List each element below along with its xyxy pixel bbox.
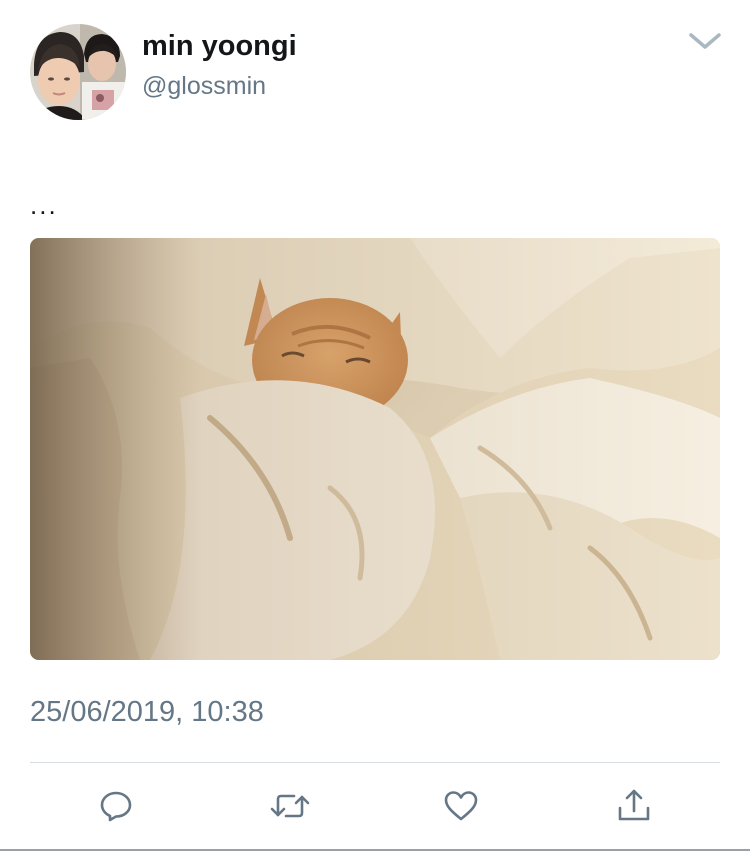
tweet-menu-button[interactable] [686, 26, 724, 54]
reply-icon [100, 791, 132, 822]
like-button[interactable] [437, 784, 485, 828]
display-name[interactable]: min yoongi [142, 28, 297, 64]
tweet-photo[interactable] [30, 238, 720, 660]
chevron-down-icon [689, 33, 721, 49]
tweet-text: ... [30, 190, 58, 220]
share-button[interactable] [610, 784, 658, 828]
share-icon [618, 789, 650, 821]
bottom-border [0, 849, 750, 851]
avatar-image [30, 24, 126, 120]
user-handle[interactable]: @glossmin [142, 70, 266, 102]
heart-icon [444, 791, 478, 821]
tweet-timestamp[interactable]: 25/06/2019, 10:38 [30, 694, 264, 730]
retweet-button[interactable] [266, 784, 314, 828]
divider [30, 762, 720, 763]
avatar[interactable] [30, 24, 126, 120]
retweet-icon [270, 794, 310, 818]
reply-button[interactable] [92, 784, 140, 828]
cat-in-bed-image [30, 238, 720, 660]
